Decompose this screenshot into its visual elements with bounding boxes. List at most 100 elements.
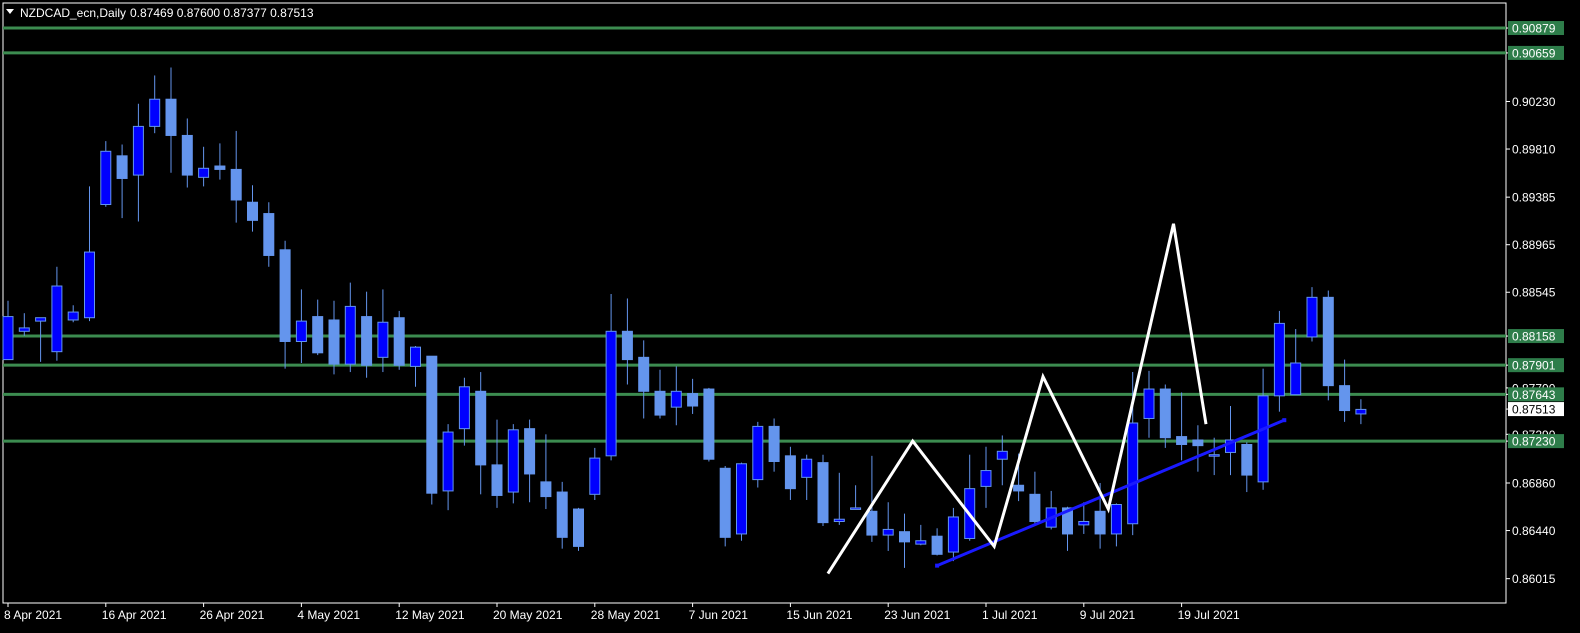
time-tick-label: 20 May 2021 [493, 608, 563, 622]
candle [100, 141, 112, 207]
time-tick-label: 28 May 2021 [591, 608, 661, 622]
candlestick-chart[interactable]: 0.90879 0.90659 0.90230 0.89810 0.89385 0.889… [0, 0, 1580, 633]
time-tick-label: 23 Jun 2021 [884, 608, 950, 622]
candle-body [507, 429, 519, 493]
candle-body [84, 251, 95, 319]
candle-body [1143, 388, 1155, 419]
candle-body [344, 305, 356, 365]
candle-body [214, 165, 226, 170]
symbol-label: NZDCAD_ecn,Daily [20, 6, 126, 20]
chart-window[interactable]: 0.90879 0.90659 0.90230 0.89810 0.89385 0.889… [0, 0, 1580, 633]
time-tick-label: 12 May 2021 [395, 608, 465, 622]
candle-body [719, 467, 731, 538]
candle-body [752, 425, 764, 481]
candle-body [1094, 510, 1106, 535]
candle-body [67, 311, 79, 321]
candle-body [279, 249, 291, 342]
price-tick-label: 0.88158 [1512, 330, 1556, 344]
candle-body [198, 167, 210, 178]
price-tick-label: 0.88965 [1512, 238, 1556, 252]
candle-body [18, 327, 30, 332]
candle-body [35, 317, 47, 322]
candle-body [1241, 444, 1253, 476]
candle-body [540, 481, 552, 498]
candle-body [931, 535, 943, 555]
candle-body [132, 125, 144, 176]
candle-body [149, 98, 161, 127]
price-tick-label: 0.90879 [1512, 22, 1556, 36]
candle [393, 310, 405, 370]
candle-body [1257, 395, 1269, 483]
candle-body [116, 155, 128, 179]
candle-body [524, 428, 536, 475]
candle-body [458, 386, 470, 430]
candle [736, 462, 747, 541]
price-tick-label: 0.87643 [1512, 388, 1556, 402]
candle-body [377, 321, 389, 358]
candle-body [899, 531, 910, 543]
candle-body [181, 134, 193, 176]
candle [1322, 290, 1334, 401]
candle-body [605, 330, 617, 457]
time-tick-label: 16 Apr 2021 [102, 608, 167, 622]
candle-body [1339, 385, 1351, 412]
candle-body [768, 425, 780, 462]
candle-body [1127, 422, 1139, 525]
candle-body [801, 458, 813, 478]
candle-body [100, 150, 112, 206]
candle [573, 507, 584, 551]
time-tick-label: 4 May 2021 [297, 608, 360, 622]
candle-body [850, 507, 862, 510]
candle-body [295, 320, 307, 342]
time-tick-label: 7 Jun 2021 [689, 608, 749, 622]
candle-body [784, 455, 796, 490]
candle-body [165, 98, 177, 136]
price-tick-label: 0.89810 [1512, 143, 1556, 157]
price-tick-label: 0.87230 [1512, 435, 1556, 449]
candle-body [556, 491, 568, 538]
candle-body [1029, 493, 1041, 522]
candle [426, 355, 438, 505]
time-tick-label: 1 Jul 2021 [982, 608, 1038, 622]
candle-body [1176, 436, 1188, 446]
time-tick-label: 19 Jul 2021 [1178, 608, 1240, 622]
candle-body [621, 330, 633, 361]
time-tick-label: 26 Apr 2021 [200, 608, 265, 622]
price-tick-label: 0.86440 [1512, 524, 1556, 538]
candle [719, 466, 731, 547]
price-tick-label: 0.86015 [1512, 572, 1556, 586]
candle-body [1290, 362, 1302, 396]
trendline-anchor [935, 563, 940, 568]
time-tick-label: 15 Jun 2021 [786, 608, 852, 622]
price-tick-label: 0.89385 [1512, 191, 1556, 205]
candle-body [736, 463, 747, 535]
candle-body [996, 450, 1008, 460]
candle-body [51, 285, 63, 353]
chart-header: NZDCAD_ecn,Daily 0.87469 0.87600 0.87377… [6, 6, 314, 20]
chart-background [0, 0, 1580, 633]
candle-body [312, 316, 324, 354]
candle-body [1208, 454, 1220, 457]
candle-body [328, 319, 340, 365]
candle-body [426, 355, 438, 494]
time-tick-label: 8 Apr 2021 [4, 608, 62, 622]
candle-body [2, 316, 14, 361]
candle-body [687, 393, 699, 407]
candle-body [882, 528, 894, 536]
price-tick-label: 0.86860 [1512, 477, 1556, 491]
candle-body [1110, 504, 1122, 535]
candle-body [1013, 484, 1025, 492]
candle-body [1192, 439, 1204, 447]
candle-body [833, 518, 845, 522]
candle-body [475, 390, 487, 466]
candle-body [1078, 520, 1090, 526]
candle-body [1322, 296, 1334, 387]
candle [817, 454, 829, 527]
candle [703, 387, 715, 462]
candle-body [980, 470, 992, 487]
price-tick-label: 0.87513 [1512, 403, 1556, 417]
candle-body [1159, 388, 1171, 439]
candle-body [915, 540, 927, 545]
candle-body [247, 201, 258, 221]
candle [752, 421, 764, 488]
